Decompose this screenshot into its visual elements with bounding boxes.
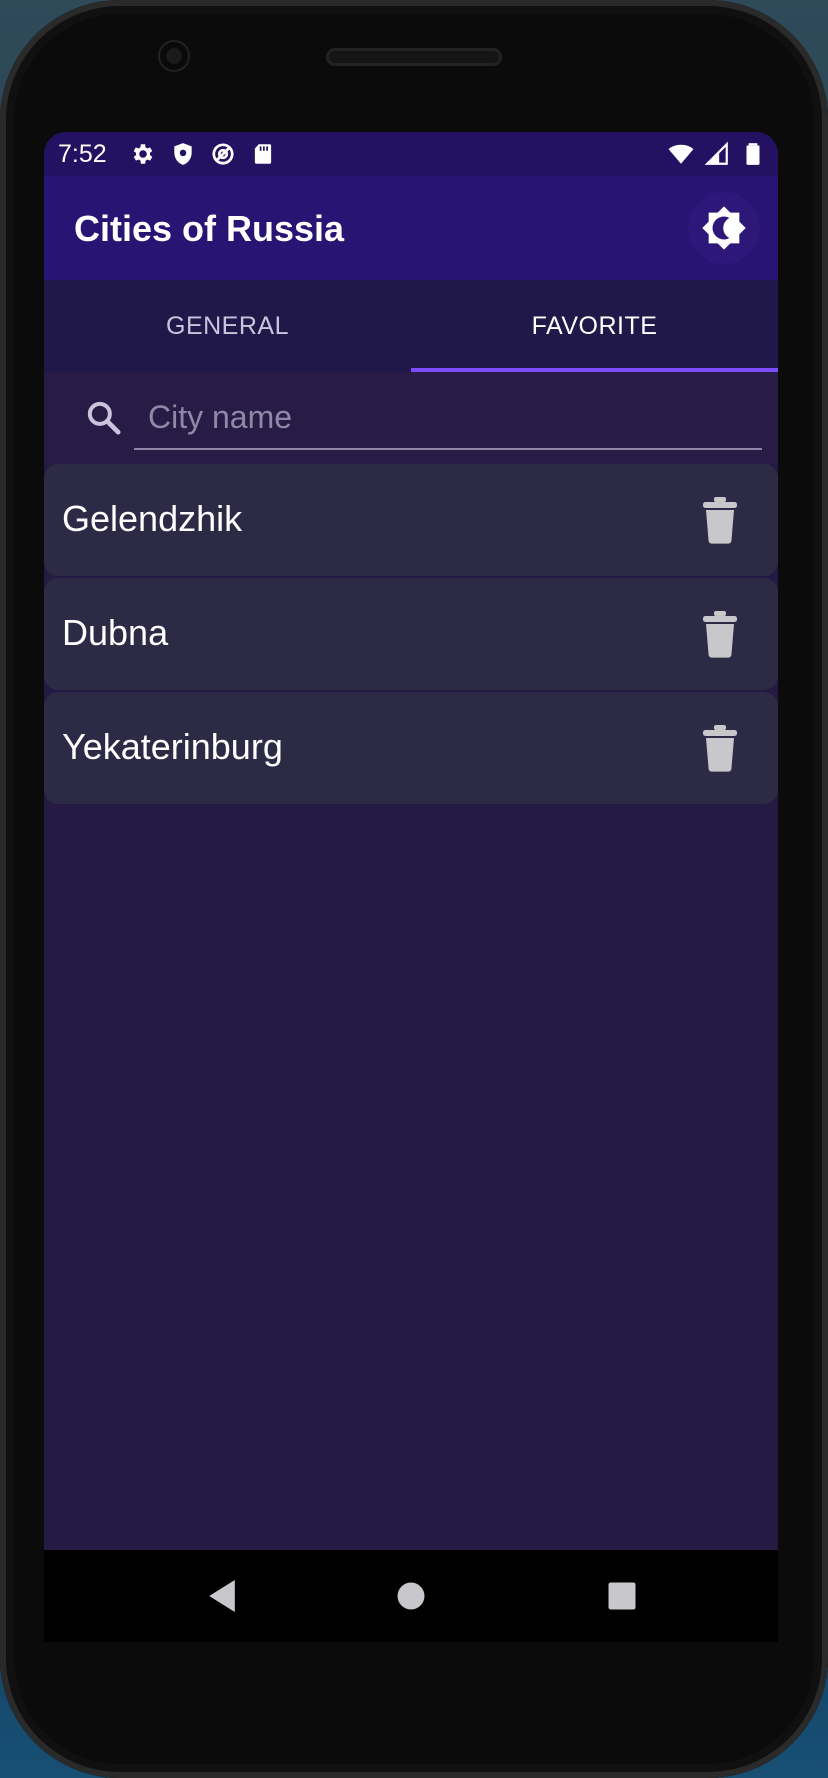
- delete-favorite-button[interactable]: [692, 492, 748, 548]
- data-saver-icon: [212, 143, 234, 165]
- back-icon: [209, 1580, 235, 1612]
- search-icon: [87, 401, 121, 435]
- system-navigation-bar: [44, 1550, 778, 1642]
- recents-icon: [608, 1582, 636, 1610]
- app-bar: Cities of Russia: [44, 176, 778, 280]
- app-screen: 7:52 Cities of Russia GENERAL FAVORITE C…: [44, 132, 778, 1550]
- delete-favorite-button[interactable]: [692, 720, 748, 776]
- city-name: Dubna: [62, 612, 169, 653]
- city-search-input[interactable]: [134, 386, 762, 450]
- tab-bar: GENERAL FAVORITE: [44, 280, 778, 372]
- tab-favorite[interactable]: FAVORITE: [411, 280, 778, 372]
- trash-icon: [703, 497, 737, 544]
- tab-general[interactable]: GENERAL: [44, 280, 411, 372]
- trash-icon: [703, 725, 737, 772]
- nav-back-button[interactable]: [196, 1570, 248, 1622]
- list-item[interactable]: Yekaterinburg: [44, 692, 778, 804]
- earpiece-speaker: [326, 48, 502, 66]
- sd-card-icon: [254, 144, 272, 164]
- brightness-icon: [702, 206, 746, 250]
- nav-home-button[interactable]: [385, 1570, 437, 1622]
- app-title: Cities of Russia: [74, 208, 345, 249]
- list-item[interactable]: Gelendzhik: [44, 464, 778, 576]
- shield-icon: [174, 143, 192, 165]
- city-name: Yekaterinburg: [62, 726, 283, 767]
- search-bar: [44, 372, 778, 464]
- delete-favorite-button[interactable]: [692, 606, 748, 662]
- trash-icon: [703, 611, 737, 658]
- favorite-cities-list: Gelendzhik Dubna Yekaterinburg: [44, 464, 778, 806]
- list-item[interactable]: Dubna: [44, 578, 778, 690]
- city-name: Gelendzhik: [62, 498, 243, 539]
- wifi-icon: [668, 144, 694, 164]
- front-camera: [160, 42, 188, 70]
- theme-toggle-button[interactable]: [688, 192, 760, 264]
- home-icon: [397, 1582, 425, 1610]
- status-system-icons: [668, 141, 766, 167]
- status-bar: 7:52: [44, 132, 778, 176]
- cellular-icon: [704, 141, 728, 165]
- phone-frame: 7:52 Cities of Russia GENERAL FAVORITE C…: [0, 0, 828, 1778]
- gear-icon: [133, 144, 153, 164]
- status-notification-icons: [130, 141, 276, 167]
- status-time: 7:52: [58, 140, 107, 168]
- nav-recents-button[interactable]: [596, 1570, 648, 1622]
- battery-icon: [746, 143, 760, 165]
